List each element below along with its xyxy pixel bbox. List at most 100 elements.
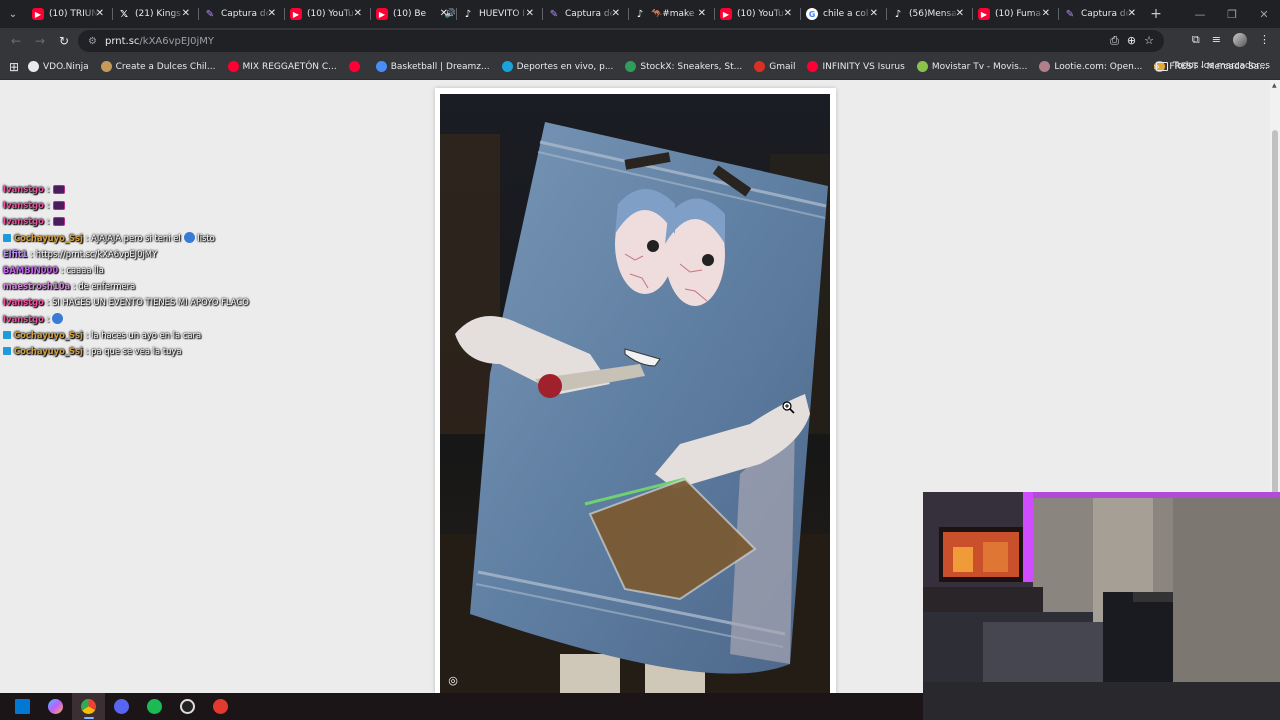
- tab-title: (10) YouTu: [307, 9, 354, 19]
- obs-icon: [180, 699, 195, 714]
- bookmark-item[interactable]: Create a Dulces Chil...: [100, 61, 216, 72]
- tab-title: Captura de: [221, 9, 271, 19]
- bookmark-item[interactable]: [348, 61, 364, 72]
- close-tab-icon[interactable]: ✕: [440, 8, 448, 19]
- youtube-icon: ▶: [978, 8, 990, 20]
- reload-icon[interactable]: ↻: [52, 34, 76, 48]
- bookmark-item[interactable]: Lootie.com: Open...: [1039, 61, 1142, 72]
- browser-tab[interactable]: ▶ (10) YouTu ✕: [714, 0, 800, 28]
- chat-username: Cochayuyo_Ssj: [14, 232, 83, 243]
- all-bookmarks-folder[interactable]: Todos los marcadores: [1156, 61, 1270, 71]
- navigation-bar: ← → ↻ ⚙ prnt.sc/kXA6vpEJ0jMY ⎙ ⊕ ☆ ⧉ ≡ ⋮: [0, 28, 1280, 54]
- site-info-icon[interactable]: ⚙: [88, 36, 97, 47]
- chat-emote-icon: [53, 184, 66, 194]
- chat-username: Ivanstgo: [3, 297, 44, 308]
- new-tab-button[interactable]: +: [1144, 6, 1168, 22]
- bookmark-item[interactable]: Movistar Tv - Movis...: [916, 61, 1027, 72]
- close-tab-icon[interactable]: ✕: [96, 8, 104, 19]
- browser-tab[interactable]: ▶ (10) YouTu ✕: [284, 0, 370, 28]
- close-tab-icon[interactable]: ✕: [784, 8, 792, 19]
- lens-search-icon[interactable]: ◎: [445, 674, 461, 690]
- profile-avatar[interactable]: [1233, 33, 1247, 47]
- taskbar-copilot-button[interactable]: [39, 693, 72, 720]
- browser-tab[interactable]: ✎ Captura de ✕: [198, 0, 284, 28]
- tab-list: ▶ (10) TRIUN ✕ 𝕏 (21) Kings ✕ ✎ Captura de ✕ ▶ (10…: [26, 0, 1144, 28]
- zoom-cursor-icon: [782, 401, 795, 414]
- taskbar-chrome-button[interactable]: [72, 693, 105, 720]
- browser-tab[interactable]: ✎ Captura de ✕: [1058, 0, 1144, 28]
- taskbar-spotify-button[interactable]: [138, 693, 171, 720]
- close-tab-icon[interactable]: ✕: [182, 8, 190, 19]
- close-tab-icon[interactable]: ✕: [354, 8, 362, 19]
- record-icon: [213, 699, 228, 714]
- menu-icon[interactable]: ⋮: [1259, 33, 1270, 47]
- youtube-icon: ▶: [720, 8, 732, 20]
- google-icon: G: [806, 8, 818, 20]
- scroll-up-icon[interactable]: ▲: [1272, 82, 1277, 89]
- extensions-icon[interactable]: ⧉: [1192, 33, 1200, 47]
- forward-icon[interactable]: →: [28, 34, 52, 48]
- apps-grid-icon[interactable]: ⊞: [0, 60, 28, 74]
- close-tab-icon[interactable]: ✕: [870, 8, 878, 19]
- taskbar-record-button[interactable]: [204, 693, 237, 720]
- tab-search-chevron-icon[interactable]: ⌄: [0, 0, 26, 28]
- install-app-icon[interactable]: ⎙: [1110, 34, 1119, 48]
- bookmark-favicon-icon: [227, 61, 239, 72]
- address-bar[interactable]: ⚙ prnt.sc/kXA6vpEJ0jMY ⎙ ⊕ ☆: [78, 30, 1164, 52]
- browser-tab[interactable]: ▶ (10) Fuma ✕: [972, 0, 1058, 28]
- chat-badge-icon: [3, 330, 11, 339]
- taskbar-discord-button[interactable]: [105, 693, 138, 720]
- bookmark-list: VDO.Ninja Create a Dulces Chil... MIX REGG…: [28, 61, 1280, 72]
- browser-tab[interactable]: ▶ (10) Be 🔊 ✕: [370, 0, 456, 28]
- browser-tab[interactable]: ✎ Captura de ✕: [542, 0, 628, 28]
- tab-title: (10) Fuma: [995, 9, 1042, 19]
- back-icon[interactable]: ←: [4, 34, 28, 48]
- bookmark-item[interactable]: Deportes en vivo, p...: [501, 61, 613, 72]
- tab-title: (56)Mensa: [909, 9, 957, 19]
- browser-tab[interactable]: ♪ 🦘#make ✕: [628, 0, 714, 28]
- browser-tab[interactable]: ▶ (10) TRIUN ✕: [26, 0, 112, 28]
- tab-title: Captura de: [565, 9, 615, 19]
- windows-icon: [15, 699, 30, 714]
- close-tab-icon[interactable]: ✕: [612, 8, 620, 19]
- bookmark-favicon-icon: [100, 61, 112, 72]
- chat-username: Ivanstgo: [3, 200, 44, 211]
- chat-message: maestrosh10a : de enfermera: [3, 278, 303, 294]
- bookmark-item[interactable]: VDO.Ninja: [28, 61, 89, 72]
- browser-tab[interactable]: Gchile a col ✕: [800, 0, 886, 28]
- url-host: prnt.sc: [104, 35, 140, 47]
- close-tab-icon[interactable]: ✕: [1128, 8, 1136, 19]
- bookmark-item[interactable]: INFINITY VS Isurus: [807, 61, 905, 72]
- zoom-icon[interactable]: ⊕: [1127, 34, 1136, 48]
- minimize-icon[interactable]: —: [1184, 0, 1216, 28]
- close-tab-icon[interactable]: ✕: [526, 8, 534, 19]
- close-tab-icon[interactable]: ✕: [956, 8, 964, 19]
- screenshot-image[interactable]: [440, 94, 830, 693]
- chat-text: : https://prnt.sc/kXA6vpEJ0jMY: [27, 248, 158, 259]
- close-tab-icon[interactable]: ✕: [268, 8, 276, 19]
- url-path: /kXA6vpEJ0jMY: [139, 35, 215, 47]
- discord-icon: [114, 699, 129, 714]
- chat-badge-icon: [3, 346, 11, 355]
- chat-emote-icon: [183, 232, 195, 244]
- close-tab-icon[interactable]: ✕: [698, 8, 706, 19]
- taskbar-obs-button[interactable]: [171, 693, 204, 720]
- media-controls-icon[interactable]: ≡: [1212, 33, 1221, 47]
- close-tab-icon[interactable]: ✕: [1042, 8, 1050, 19]
- webcam-feed: [923, 492, 1280, 720]
- close-window-icon[interactable]: ✕: [1248, 0, 1280, 28]
- browser-tab[interactable]: ♪ (56)Mensa ✕: [886, 0, 972, 28]
- browser-tab[interactable]: 𝕏 (21) Kings ✕: [112, 0, 198, 28]
- bookmarks-bar: ⊞ VDO.Ninja Create a Dulces Chil... MIX RE…: [0, 54, 1280, 80]
- bookmark-item[interactable]: Gmail: [754, 61, 795, 72]
- restore-icon[interactable]: ❐: [1216, 0, 1248, 28]
- tab-title: Captura de: [1081, 9, 1131, 19]
- browser-tab[interactable]: ♪ HUEVITO I ✕: [456, 0, 542, 28]
- bookmark-item[interactable]: MIX REGGAETÓN C...: [227, 61, 337, 72]
- chat-username: maestrosh10a: [3, 281, 71, 292]
- bookmark-star-icon[interactable]: ☆: [1144, 34, 1154, 48]
- taskbar-windows-button[interactable]: [6, 693, 39, 720]
- bookmark-item[interactable]: Basketball | Dreamz...: [375, 61, 490, 72]
- bookmark-label: Create a Dulces Chil...: [115, 61, 216, 72]
- bookmark-item[interactable]: StockX: Sneakers, St...: [625, 61, 742, 72]
